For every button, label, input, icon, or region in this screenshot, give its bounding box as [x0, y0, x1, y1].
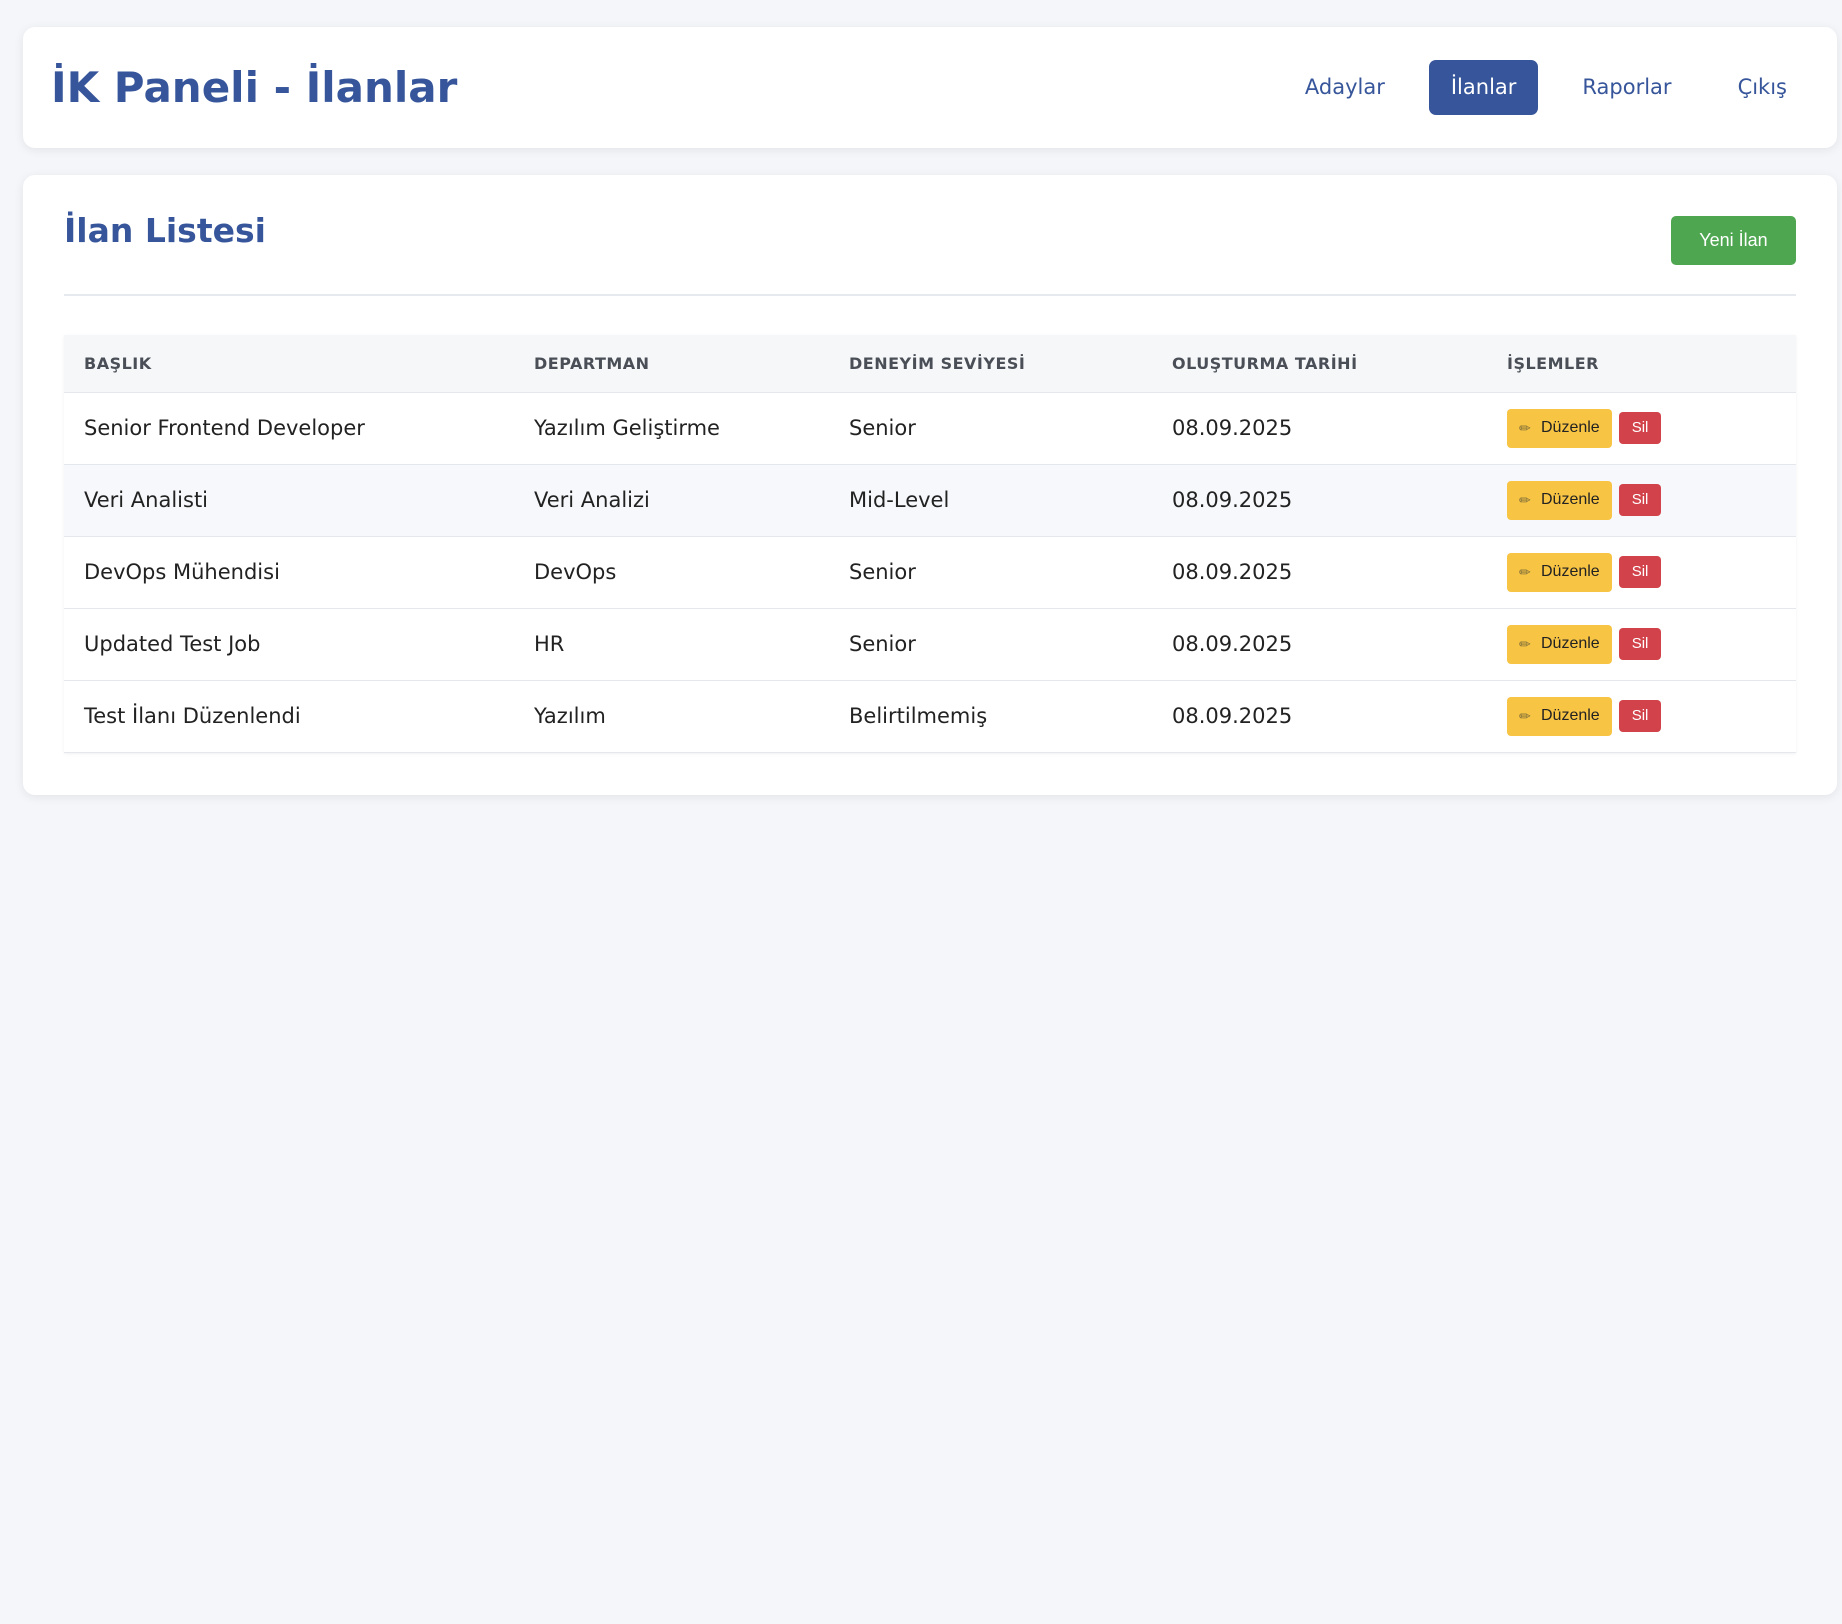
- cell-level: Mid-Level: [829, 464, 1152, 537]
- cell-date: 08.09.2025: [1152, 464, 1487, 537]
- delete-button[interactable]: Sil: [1618, 700, 1662, 732]
- nav-item-ilanlar[interactable]: İlanlar: [1428, 60, 1539, 115]
- cell-title: Senior Frontend Developer: [64, 392, 514, 465]
- delete-button[interactable]: Sil: [1618, 628, 1662, 660]
- edit-button-label: Düzenle: [1541, 563, 1600, 580]
- delete-button[interactable]: Sil: [1618, 412, 1662, 444]
- edit-button-label: Düzenle: [1541, 707, 1600, 724]
- pencil-icon: ✏: [1519, 635, 1531, 652]
- table-row: Veri Analisti Veri Analizi Mid-Level 08.…: [64, 464, 1796, 537]
- edit-button-label: Düzenle: [1541, 419, 1600, 436]
- pencil-icon: ✏: [1519, 563, 1531, 580]
- cell-department: Veri Analizi: [514, 464, 829, 537]
- top-nav: Adaylar İlanlar Raporlar Çıkış: [1283, 60, 1809, 115]
- cell-actions: ✏ Düzenle Sil: [1487, 464, 1796, 537]
- nav-item-raporlar[interactable]: Raporlar: [1560, 60, 1693, 115]
- pencil-icon: ✏: [1519, 491, 1531, 508]
- column-header-actions: İŞLEMLER: [1487, 335, 1796, 393]
- cell-date: 08.09.2025: [1152, 680, 1487, 753]
- cell-date: 08.09.2025: [1152, 536, 1487, 609]
- card-header: İlan Listesi Yeni İlan: [64, 175, 1796, 296]
- cell-actions: ✏ Düzenle Sil: [1487, 608, 1796, 681]
- jobs-table: BAŞLIK DEPARTMAN DENEYİM SEVİYESİ OLUŞTU…: [64, 335, 1796, 753]
- cell-department: Yazılım Geliştirme: [514, 392, 829, 465]
- cell-title: Veri Analisti: [64, 464, 514, 537]
- card-title: İlan Listesi: [64, 211, 266, 250]
- table-row: DevOps Mühendisi DevOps Senior 08.09.202…: [64, 536, 1796, 609]
- column-header-department[interactable]: DEPARTMAN: [514, 335, 829, 393]
- new-job-button[interactable]: Yeni İlan: [1671, 216, 1796, 265]
- cell-department: Yazılım: [514, 680, 829, 753]
- nav-item-logout[interactable]: Çıkış: [1716, 60, 1809, 115]
- edit-button[interactable]: ✏ Düzenle: [1507, 624, 1612, 664]
- cell-actions: ✏ Düzenle Sil: [1487, 536, 1796, 609]
- table-row: Test İlanı Düzenlendi Yazılım Belirtilme…: [64, 680, 1796, 753]
- table-row: Senior Frontend Developer Yazılım Gelişt…: [64, 392, 1796, 465]
- edit-button-label: Düzenle: [1541, 635, 1600, 652]
- delete-button[interactable]: Sil: [1618, 556, 1662, 588]
- nav-item-adaylar[interactable]: Adaylar: [1283, 60, 1407, 115]
- edit-button-label: Düzenle: [1541, 491, 1600, 508]
- column-header-date[interactable]: OLUŞTURMA TARİHİ: [1152, 335, 1487, 393]
- cell-level: Senior: [829, 536, 1152, 609]
- table-row: Updated Test Job HR Senior 08.09.2025 ✏ D…: [64, 608, 1796, 681]
- edit-button[interactable]: ✏ Düzenle: [1507, 408, 1612, 448]
- cell-actions: ✏ Düzenle Sil: [1487, 680, 1796, 753]
- cell-actions: ✏ Düzenle Sil: [1487, 392, 1796, 465]
- cell-level: Senior: [829, 392, 1152, 465]
- cell-title: Test İlanı Düzenlendi: [64, 680, 514, 753]
- cell-title: Updated Test Job: [64, 608, 514, 681]
- pencil-icon: ✏: [1519, 419, 1531, 436]
- cell-title: DevOps Mühendisi: [64, 536, 514, 609]
- delete-button[interactable]: Sil: [1618, 484, 1662, 516]
- cell-level: Senior: [829, 608, 1152, 681]
- pencil-icon: ✏: [1519, 707, 1531, 724]
- column-header-level[interactable]: DENEYİM SEVİYESİ: [829, 335, 1152, 393]
- cell-date: 08.09.2025: [1152, 608, 1487, 681]
- edit-button[interactable]: ✏ Düzenle: [1507, 480, 1612, 520]
- page-title: İK Paneli - İlanlar: [51, 63, 458, 112]
- cell-department: HR: [514, 608, 829, 681]
- app-header: İK Paneli - İlanlar Adaylar İlanlar Rapo…: [23, 27, 1837, 148]
- table-header-row: BAŞLIK DEPARTMAN DENEYİM SEVİYESİ OLUŞTU…: [64, 335, 1796, 393]
- column-header-title[interactable]: BAŞLIK: [64, 335, 514, 393]
- edit-button[interactable]: ✏ Düzenle: [1507, 696, 1612, 736]
- job-list-card: İlan Listesi Yeni İlan BAŞLIK DEPARTMAN …: [23, 175, 1837, 795]
- cell-level: Belirtilmemiş: [829, 680, 1152, 753]
- cell-department: DevOps: [514, 536, 829, 609]
- cell-date: 08.09.2025: [1152, 392, 1487, 465]
- edit-button[interactable]: ✏ Düzenle: [1507, 552, 1612, 592]
